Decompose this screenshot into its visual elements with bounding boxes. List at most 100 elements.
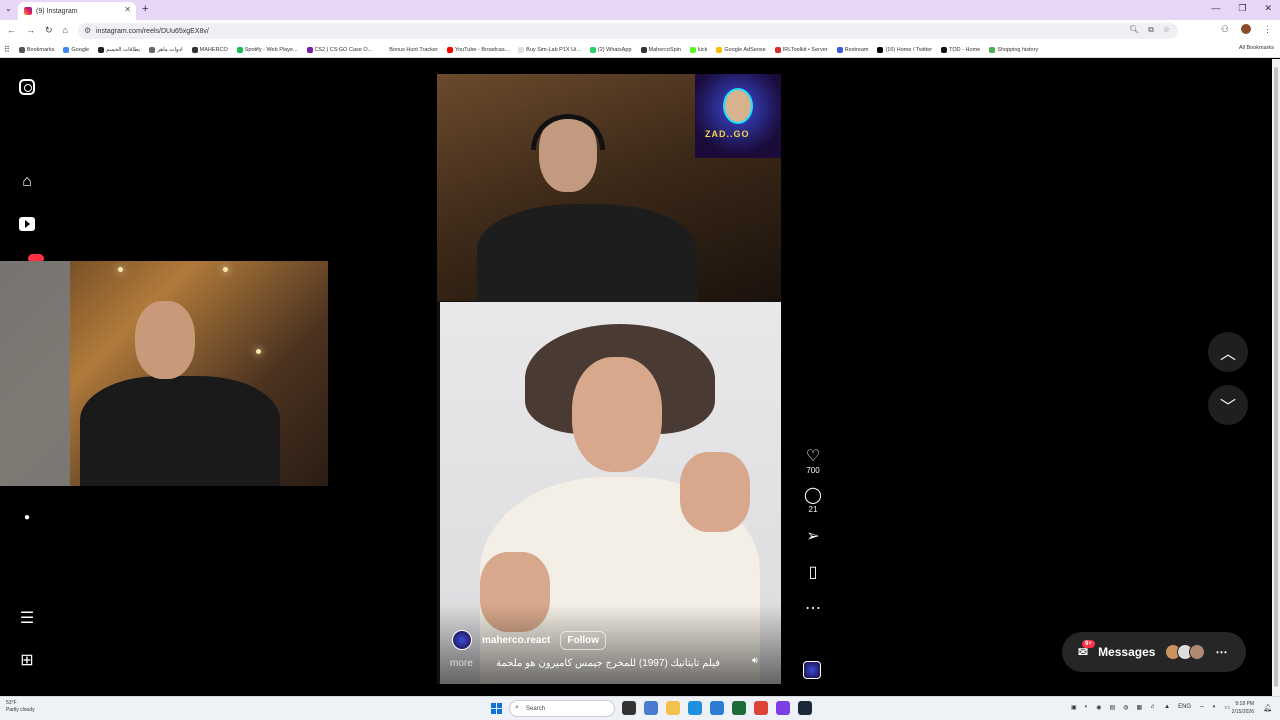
tray-icon[interactable]: ▲ (1164, 704, 1170, 712)
bookmark-item[interactable]: kick (689, 46, 707, 53)
bookmark-item[interactable]: MahercoSpin (640, 46, 681, 53)
reels-icon[interactable] (18, 215, 36, 233)
task-view-icon[interactable] (622, 701, 636, 715)
star-icon[interactable]: ☆ (1163, 25, 1170, 35)
forward-button[interactable]: → (26, 25, 35, 36)
bookmark-item[interactable]: MAHERCO (191, 46, 228, 53)
page-scrollbar[interactable] (1272, 59, 1280, 696)
home-icon[interactable]: ⌂ (18, 173, 36, 191)
tray-icon[interactable]: ▦ (1136, 704, 1142, 712)
bookmark-item[interactable]: Buy Sim-Lab P1X Ui... (518, 46, 581, 53)
bookmark-item[interactable]: TOD - Home (941, 46, 980, 53)
site-info-icon[interactable]: ⚙ (84, 26, 91, 35)
volume-icon[interactable]: 🔊︎ (752, 655, 764, 667)
steam-icon[interactable] (798, 701, 812, 715)
all-bookmarks-button[interactable]: All Bookmarks (1230, 45, 1274, 51)
bookmark-item[interactable]: YouTube - Broadcas... (446, 46, 509, 53)
edge-icon[interactable] (688, 701, 702, 715)
bookmark-item[interactable]: Shopping history (989, 46, 1038, 53)
omnibox[interactable]: ⚙ instagram.com/reels/DUu65xgEX8v/ 🔍︎ ⧉ … (78, 23, 1178, 39)
tray-icon[interactable]: ◐ (1085, 704, 1089, 712)
reel-caption[interactable]: more فيلم تايتانيك (1997) للمخرج جيمس كا… (450, 658, 720, 669)
discord-icon[interactable] (776, 701, 790, 715)
bookmark-item[interactable]: CS2 | CS:GO Case O... (306, 46, 372, 53)
profile-avatar[interactable] (1241, 24, 1251, 34)
woman-face (572, 357, 662, 472)
apps-grid-icon[interactable]: ⠿ (4, 45, 10, 54)
bookmark-item[interactable]: Restream (836, 46, 868, 53)
follow-button[interactable]: Follow (560, 630, 607, 650)
bookmark-item[interactable]: IRLToolkit • Server (774, 46, 828, 53)
install-icon[interactable]: ⧉ (1148, 25, 1154, 35)
browser-tab-strip: ⌄ (9) Instagram ✕ + — ❐ ✕ (0, 0, 1280, 20)
tray-icon[interactable]: ◉ (1096, 704, 1101, 712)
next-reel-button[interactable]: ﹀ (1208, 385, 1248, 425)
bookmark-item[interactable]: Google AdSense (716, 46, 766, 53)
chrome-icon[interactable] (754, 701, 768, 715)
tray-icon[interactable]: ▤ (1110, 704, 1116, 712)
bookmark-item[interactable]: ادوات ماهر (149, 46, 183, 53)
bookmark-item[interactable]: (16) Home / Twitter (877, 46, 932, 53)
maximize-button[interactable]: ❐ (1238, 3, 1246, 14)
reel-stream-camera: ZAD..GO (437, 74, 781, 304)
back-button[interactable]: ← (7, 25, 16, 36)
profile-avatar-small[interactable]: ● (18, 508, 36, 526)
owner-username[interactable]: maherco.react (482, 635, 550, 646)
messages-button[interactable]: ✉ 9+ Messages ⋯ (1062, 632, 1246, 672)
bookmark-item[interactable]: Google (63, 46, 89, 53)
heart-icon[interactable]: ♡ (806, 448, 820, 466)
comment-icon[interactable]: ◯ (804, 487, 822, 505)
language-indicator[interactable]: ENG (1178, 704, 1191, 712)
bookmark-item[interactable]: Bookmarks (18, 46, 54, 53)
audio-thumbnail[interactable] (803, 661, 821, 679)
tray-icon[interactable]: ♬ (1150, 704, 1156, 712)
barber-cape (80, 376, 280, 486)
weather-widget[interactable]: 53°F Partly cloudy (6, 700, 35, 714)
network-icon[interactable]: ⌔ (1199, 704, 1205, 712)
new-tab-button[interactable]: + (142, 3, 148, 15)
instagram-logo-icon[interactable] (18, 78, 36, 96)
send-icon[interactable]: ➢ (806, 528, 819, 546)
bookmark-item[interactable]: Bonus Hunt Tracker (381, 46, 438, 53)
bookmark-item[interactable]: (2) WhatsApp (589, 46, 632, 53)
minimize-button[interactable]: — (1211, 3, 1220, 14)
browser-toolbar-right: ⚇ ⋮ (1221, 24, 1272, 35)
windows-start-icon[interactable] (491, 703, 502, 714)
speaker-icon[interactable]: 🔈︎ (1213, 704, 1217, 712)
scrollbar-thumb[interactable] (1274, 67, 1278, 687)
store-icon[interactable] (710, 701, 724, 715)
reel-video[interactable]: ZAD..GO (437, 74, 781, 684)
tab-close-icon[interactable]: ✕ (124, 5, 131, 14)
tab-search-icon[interactable]: ⌄ (5, 4, 12, 13)
app-icon[interactable] (732, 701, 746, 715)
home-button[interactable]: ⌂ (63, 25, 68, 36)
more-options-icon[interactable]: ⋯ (805, 600, 821, 618)
bookmark-favicon-icon (877, 46, 884, 53)
close-window-button[interactable]: ✕ (1264, 3, 1272, 14)
reload-button[interactable]: ↻ (45, 25, 53, 36)
more-menu-icon[interactable]: ☰ (18, 609, 36, 627)
menu-icon[interactable]: ⋮ (1263, 24, 1272, 35)
tray-icon[interactable]: ▣ (1071, 704, 1077, 712)
window-controls: — ❐ ✕ (1211, 3, 1272, 14)
zoom-icon[interactable]: 🔍︎ (1129, 25, 1139, 35)
notification-bell-icon[interactable]: 🔔︎ (1263, 704, 1272, 712)
widgets-icon[interactable] (644, 701, 658, 715)
previous-reel-button[interactable]: ︿ (1208, 332, 1248, 372)
file-explorer-icon[interactable] (666, 701, 680, 715)
bookmark-item[interactable]: Spotify - Web Playe... (236, 46, 298, 53)
bookmark-icon[interactable]: ▯ (809, 564, 818, 582)
battery-icon[interactable]: ▭ (1224, 704, 1230, 712)
streamer-body (477, 204, 697, 304)
tab-instagram[interactable]: (9) Instagram ✕ (18, 2, 136, 20)
search-icon: ⌕ (515, 704, 519, 711)
taskbar-clock[interactable]: 9:18 PM 2/15/2026 (1232, 700, 1254, 716)
caption-more-link[interactable]: more (450, 658, 473, 669)
bookmark-favicon-icon (191, 46, 198, 53)
owner-avatar[interactable] (452, 630, 472, 650)
bookmark-item[interactable]: بطاقات الحسم (98, 46, 140, 53)
tray-icon[interactable]: ◍ (1123, 704, 1128, 712)
extensions-icon[interactable]: ⚇ (1221, 24, 1229, 35)
taskbar-search[interactable]: ⌕ Search (509, 700, 615, 717)
also-from-meta-icon[interactable]: ⊞ (18, 651, 36, 669)
